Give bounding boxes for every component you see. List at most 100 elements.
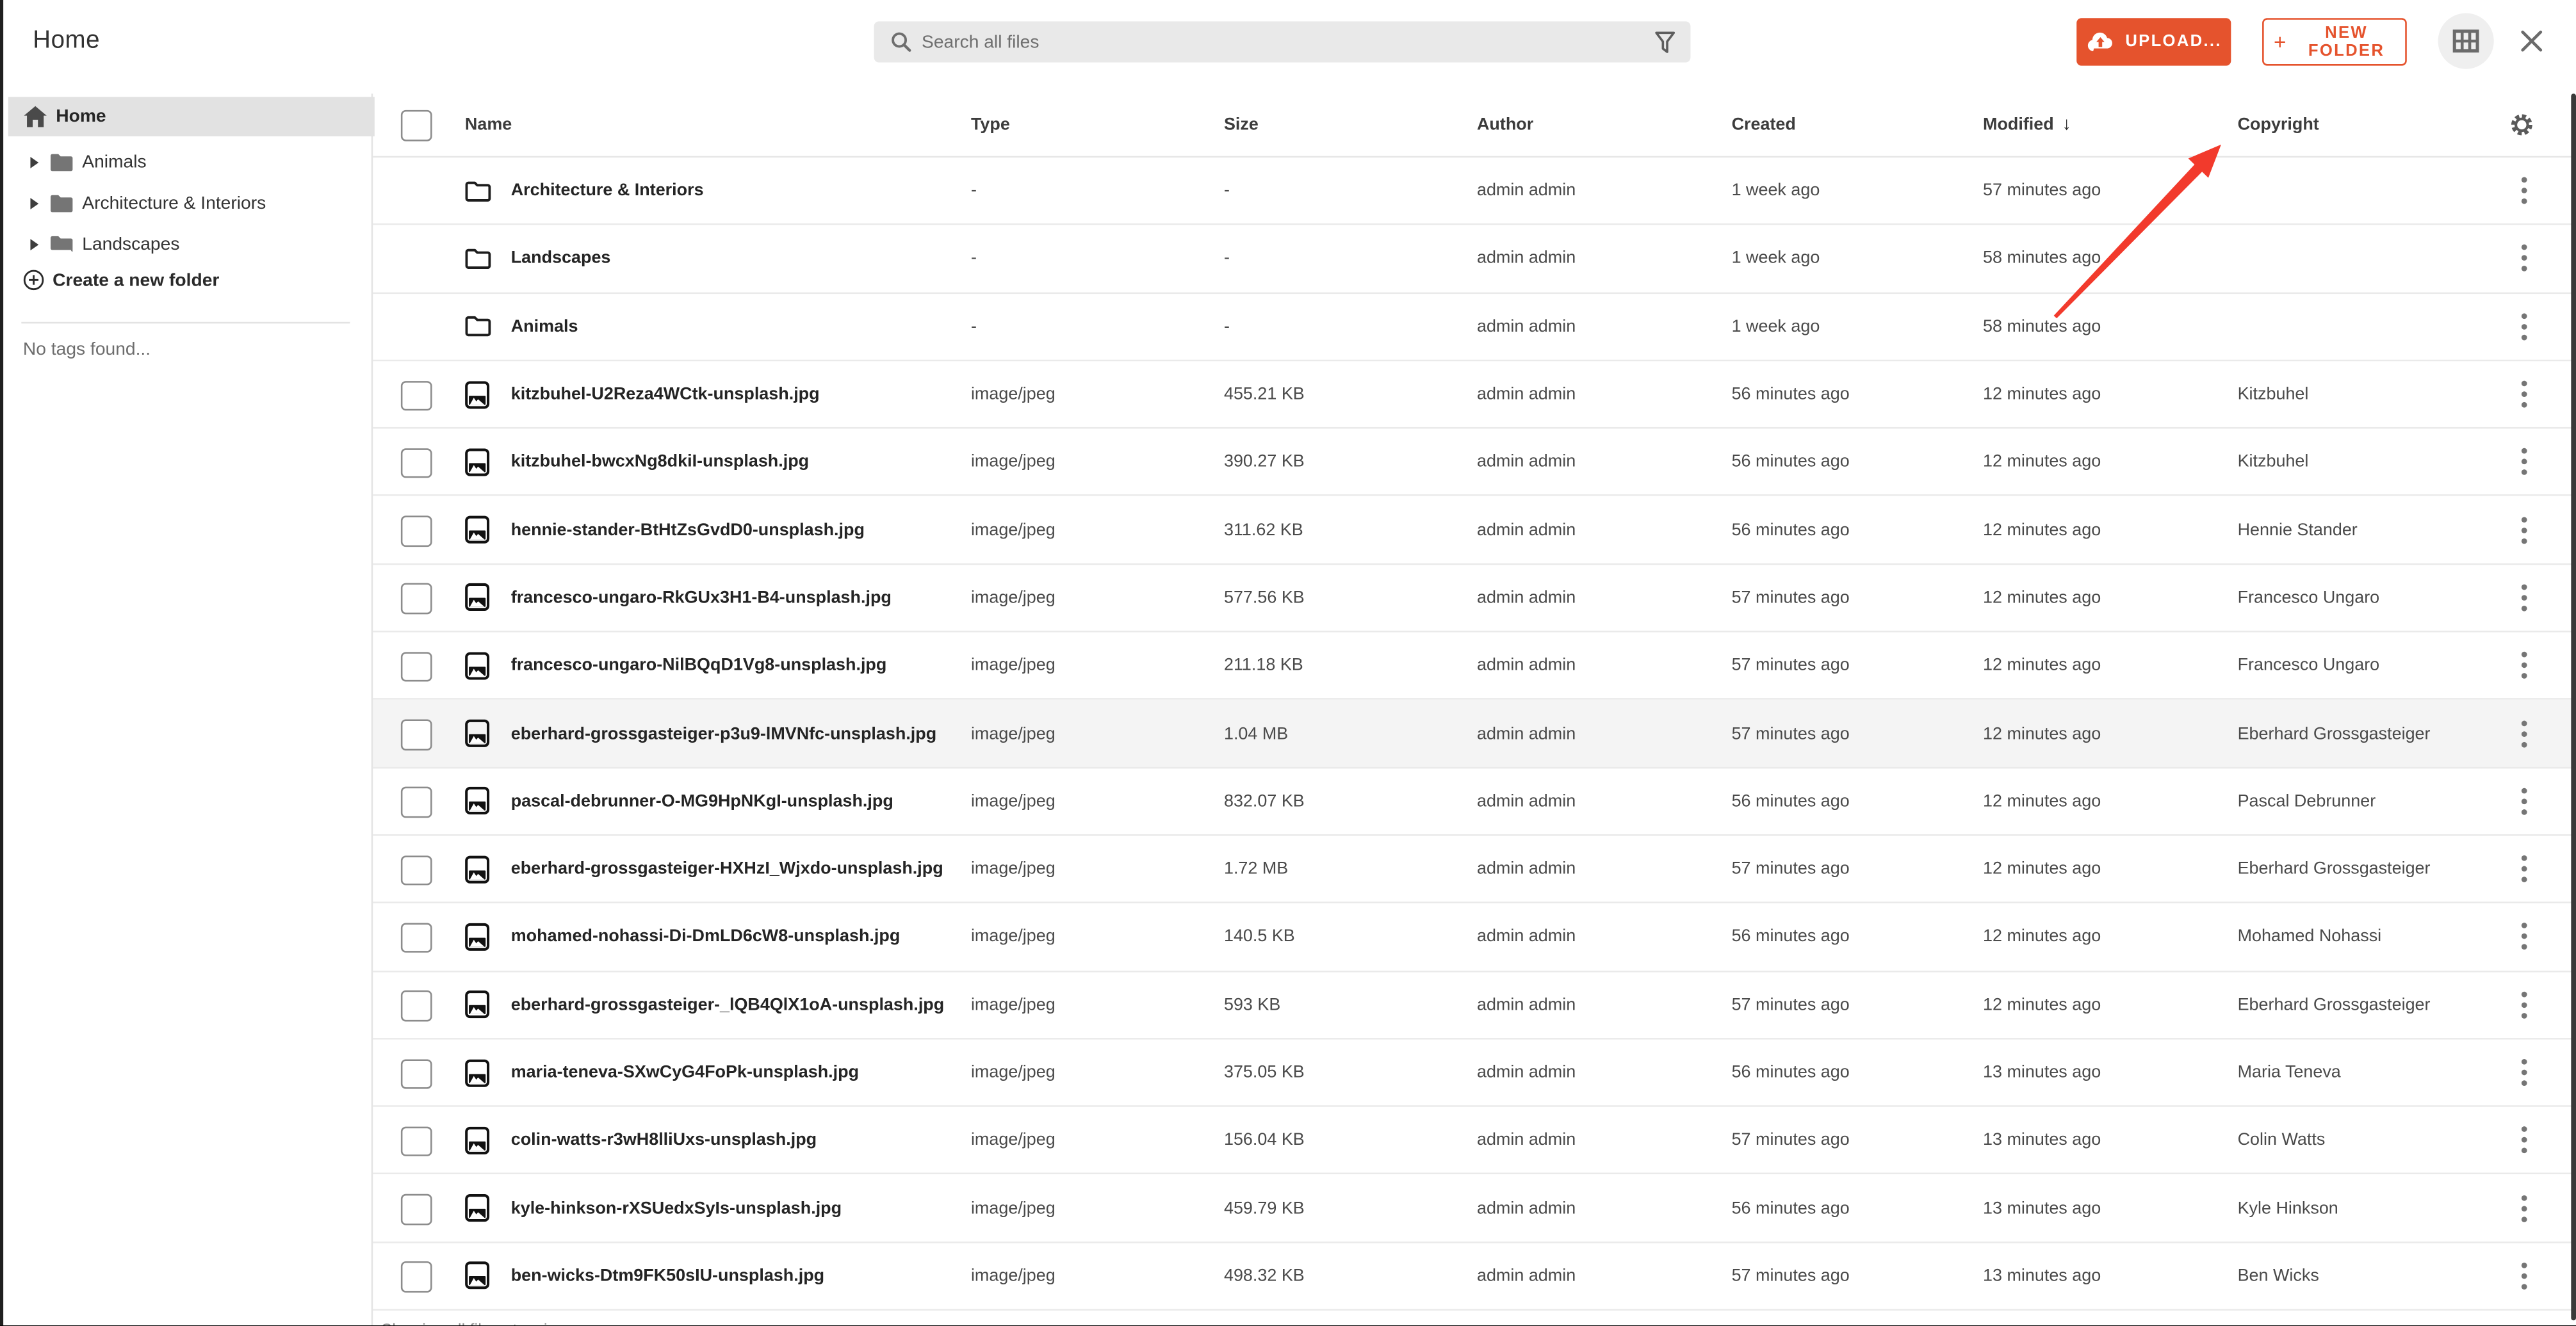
row-checkbox[interactable] bbox=[400, 583, 432, 615]
vertical-scrollbar[interactable] bbox=[2571, 93, 2575, 1321]
column-header-type[interactable]: Type bbox=[971, 93, 1010, 156]
new-folder-button[interactable]: + NEW FOLDER bbox=[2262, 18, 2407, 66]
row-menu-button[interactable] bbox=[2506, 1175, 2541, 1241]
table-row[interactable]: ben-wicks-Dtm9FK50sIU-unsplash.jpg image/… bbox=[371, 1243, 2576, 1311]
file-type: image/jpeg bbox=[970, 1130, 1056, 1151]
column-header-name[interactable]: Name bbox=[465, 93, 512, 156]
row-menu-button[interactable] bbox=[2506, 836, 2541, 902]
sidebar-item-home[interactable]: Home bbox=[8, 97, 375, 136]
chevron-right-icon[interactable] bbox=[29, 238, 41, 252]
row-checkbox[interactable] bbox=[400, 719, 432, 750]
kebab-icon bbox=[2520, 312, 2528, 341]
sidebar-item-architecture-interiors[interactable]: Architecture & Interiors bbox=[0, 183, 389, 224]
row-menu-button[interactable] bbox=[2506, 700, 2541, 766]
row-menu-button[interactable] bbox=[2506, 429, 2541, 495]
table-row[interactable]: eberhard-grossgasteiger-HXHzI_Wjxdo-unsp… bbox=[371, 836, 2576, 904]
row-checkbox[interactable] bbox=[400, 923, 432, 953]
column-header-created[interactable]: Created bbox=[1732, 93, 1796, 156]
search-icon bbox=[890, 31, 911, 53]
kebab-icon bbox=[2520, 651, 2528, 680]
row-menu-button[interactable] bbox=[2506, 903, 2541, 969]
row-checkbox[interactable] bbox=[400, 1126, 432, 1157]
row-checkbox[interactable] bbox=[400, 380, 432, 411]
row-menu-button[interactable] bbox=[2506, 158, 2541, 223]
row-menu-button[interactable] bbox=[2506, 768, 2541, 834]
file-name: eberhard-grossgasteiger-HXHzI_Wjxdo-unsp… bbox=[510, 859, 943, 879]
file-name: francesco-ungaro-RkGUx3H1-B4-unsplash.jp… bbox=[510, 588, 892, 608]
table-row[interactable]: francesco-ungaro-NilBQqD1Vg8-unsplash.jp… bbox=[371, 632, 2576, 700]
row-checkbox[interactable] bbox=[400, 1058, 432, 1089]
row-menu-button[interactable] bbox=[2506, 1107, 2541, 1173]
row-menu-button[interactable] bbox=[2506, 971, 2541, 1037]
file-type: image/jpeg bbox=[970, 1198, 1056, 1218]
file-size: 390.27 KB bbox=[1223, 452, 1305, 473]
file-size: - bbox=[1223, 316, 1230, 337]
file-created: 57 minutes ago bbox=[1731, 1130, 1850, 1151]
create-new-folder-button[interactable]: Create a new folder bbox=[0, 259, 383, 300]
row-checkbox[interactable] bbox=[400, 651, 432, 683]
column-settings-button[interactable] bbox=[2507, 110, 2536, 140]
row-checkbox[interactable] bbox=[400, 515, 432, 547]
row-menu-button[interactable] bbox=[2506, 497, 2541, 563]
grid-view-button[interactable] bbox=[2438, 13, 2494, 69]
row-menu-button[interactable] bbox=[2506, 1243, 2541, 1309]
row-checkbox[interactable] bbox=[400, 448, 432, 479]
column-header-copyright[interactable]: Copyright bbox=[2238, 93, 2319, 156]
table-row[interactable]: colin-watts-r3wH8lliUxs-unsplash.jpg imag… bbox=[371, 1107, 2576, 1176]
file-modified: 12 minutes ago bbox=[1983, 791, 2101, 811]
topbar: Home UPLOAD... + NEW FOLDER bbox=[0, 0, 2576, 94]
row-menu-button[interactable] bbox=[2506, 361, 2541, 427]
row-menu-button[interactable] bbox=[2506, 1039, 2541, 1105]
table-row[interactable]: kitzbuhel-U2Reza4WCtk-unsplash.jpg image/… bbox=[371, 361, 2576, 429]
table-row[interactable]: maria-teneva-SXwCyG4FoPk-unsplash.jpg ima… bbox=[371, 1039, 2576, 1108]
row-checkbox[interactable] bbox=[400, 787, 432, 818]
column-header-modified[interactable]: Modified ↓ bbox=[1983, 93, 2071, 156]
row-menu-button[interactable] bbox=[2506, 565, 2541, 631]
file-created: 1 week ago bbox=[1731, 248, 1820, 269]
close-button[interactable] bbox=[2510, 20, 2553, 63]
row-menu-button[interactable] bbox=[2506, 633, 2541, 699]
file-copyright: Francesco Ungaro bbox=[2237, 656, 2380, 675]
table-row[interactable]: Architecture & Interiors - - admin admin 1 w… bbox=[371, 158, 2576, 226]
row-checkbox[interactable] bbox=[400, 855, 432, 885]
table-row[interactable]: eberhard-grossgasteiger-_lQB4QlX1oA-unsp… bbox=[371, 971, 2576, 1040]
file-copyright: Eberhard Grossgasteiger bbox=[2237, 723, 2431, 743]
table-row[interactable]: kyle-hinkson-rXSUedxSyIs-unsplash.jpg ima… bbox=[371, 1175, 2576, 1243]
search-input[interactable] bbox=[911, 32, 1655, 52]
kebab-icon bbox=[2520, 1261, 2528, 1291]
file-modified: 12 minutes ago bbox=[1983, 656, 2101, 675]
table-row[interactable]: Animals - - admin admin 1 week ago 58 minutes… bbox=[371, 293, 2576, 362]
file-size: 156.04 KB bbox=[1223, 1130, 1305, 1151]
table-row[interactable]: kitzbuhel-bwcxNg8dkiI-unsplash.jpg image/… bbox=[371, 428, 2576, 497]
sidebar-item-animals[interactable]: Animals bbox=[0, 142, 389, 183]
page-title: Home bbox=[33, 26, 100, 54]
search-bar[interactable] bbox=[874, 21, 1691, 63]
file-modified: 12 minutes ago bbox=[1983, 520, 2101, 540]
chevron-right-icon[interactable] bbox=[29, 197, 41, 211]
table-row[interactable]: mohamed-nohassi-Di-DmLD6cW8-unsplash.jpg… bbox=[371, 903, 2576, 972]
table-row[interactable]: francesco-ungaro-RkGUx3H1-B4-unsplash.jp… bbox=[371, 564, 2576, 633]
table-row[interactable]: Landscapes - - admin admin 1 week ago 58 minu… bbox=[371, 225, 2576, 294]
upload-button[interactable]: UPLOAD... bbox=[2076, 18, 2231, 66]
file-modified: 12 minutes ago bbox=[1983, 384, 2101, 405]
file-size: - bbox=[1223, 248, 1230, 269]
sort-descending-icon[interactable]: ↓ bbox=[2062, 115, 2071, 135]
table-row[interactable]: pascal-debrunner-O-MG9HpNKgI-unsplash.jp… bbox=[371, 768, 2576, 836]
chevron-right-icon[interactable] bbox=[29, 155, 41, 170]
column-header-size[interactable]: Size bbox=[1224, 93, 1259, 156]
gear-icon bbox=[2507, 110, 2536, 140]
row-checkbox[interactable] bbox=[400, 1262, 432, 1293]
file-created: 1 week ago bbox=[1731, 181, 1820, 201]
table-row[interactable]: eberhard-grossgasteiger-p3u9-lMVNfc-unsp… bbox=[371, 700, 2576, 768]
row-menu-button[interactable] bbox=[2506, 225, 2541, 291]
file-name: Animals bbox=[510, 316, 578, 337]
select-all-checkbox[interactable] bbox=[400, 109, 432, 141]
column-header-author[interactable]: Author bbox=[1477, 93, 1533, 156]
row-menu-button[interactable] bbox=[2506, 293, 2541, 359]
table-row[interactable]: hennie-stander-BtHtZsGvdD0-unsplash.jpg i… bbox=[371, 496, 2576, 565]
kebab-icon bbox=[2520, 1193, 2528, 1223]
image-file-icon bbox=[465, 429, 490, 495]
row-checkbox[interactable] bbox=[400, 990, 432, 1021]
filter-icon[interactable] bbox=[1654, 30, 1675, 53]
row-checkbox[interactable] bbox=[400, 1194, 432, 1225]
